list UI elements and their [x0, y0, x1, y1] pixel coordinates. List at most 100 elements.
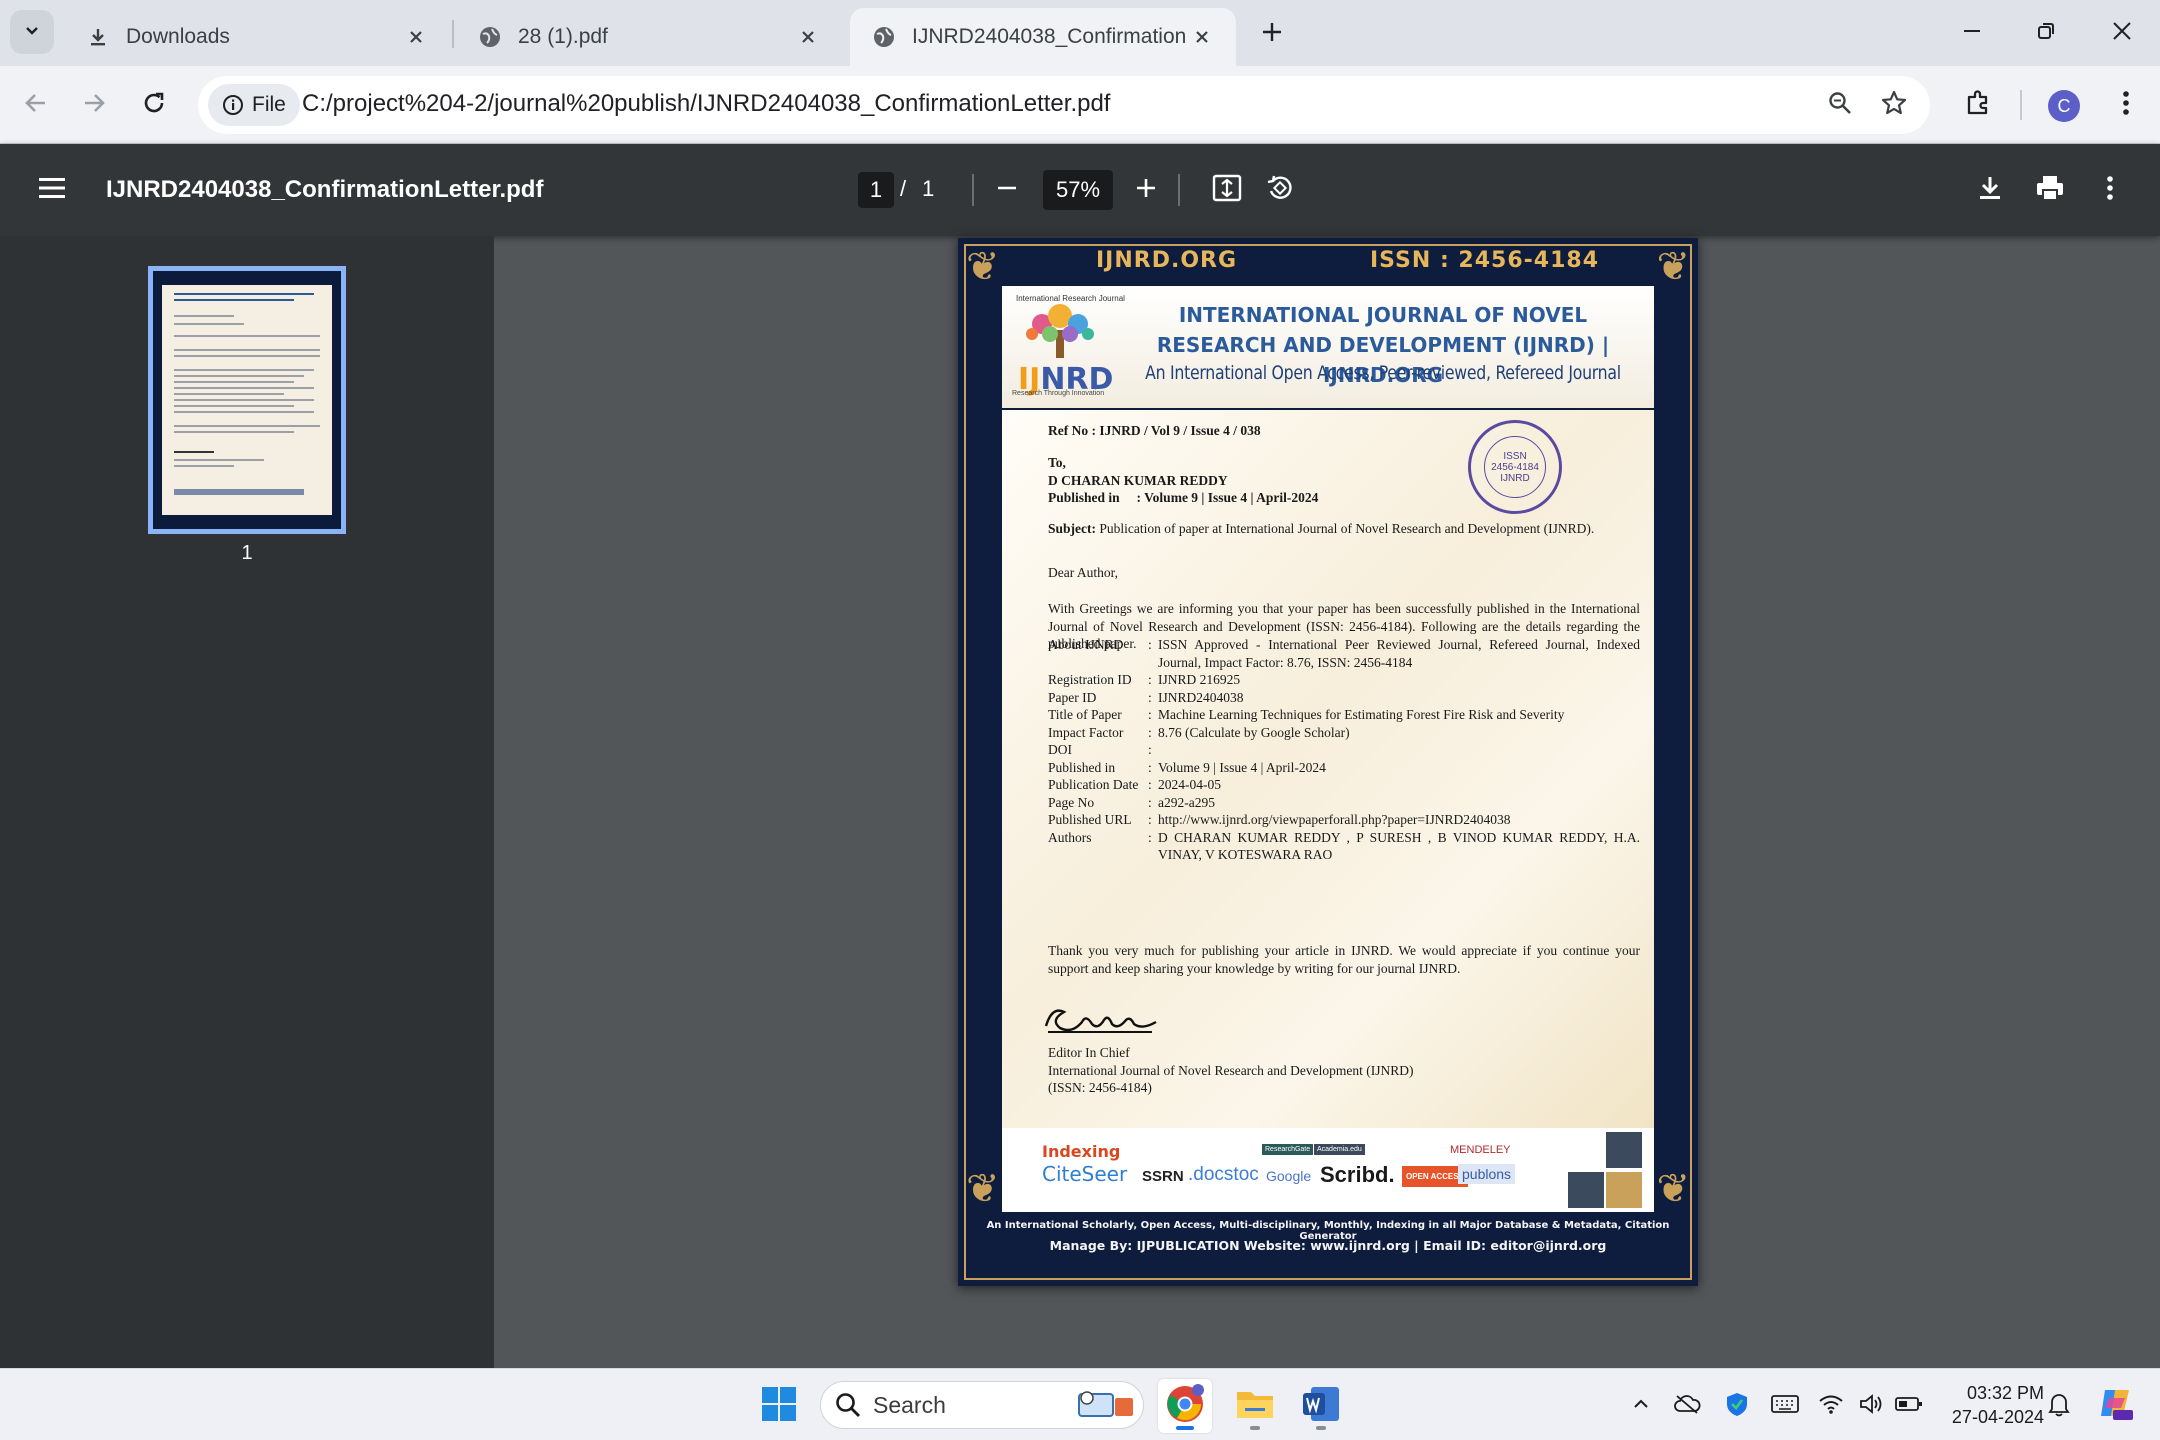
- download-button[interactable]: [1966, 166, 2014, 214]
- address-bar[interactable]: File C:/project%204-2/journal%20publish/…: [198, 76, 1930, 134]
- site-info-chip[interactable]: File: [208, 84, 300, 126]
- page-thumbnail[interactable]: [148, 266, 346, 534]
- index-logo-citeseer: CiteSeer: [1042, 1162, 1128, 1186]
- chrome-menu-button[interactable]: [2102, 81, 2150, 129]
- chip-label: File: [252, 93, 286, 116]
- seal-line: 2456-4184: [1491, 461, 1539, 473]
- zoom-level-input[interactable]: 57%: [1043, 170, 1113, 210]
- kebab-menu-icon: [2122, 89, 2130, 122]
- page-number-input[interactable]: 1: [858, 172, 894, 208]
- taskbar-word[interactable]: [1294, 1379, 1348, 1433]
- thumbnail-sidebar: 1: [0, 236, 494, 1368]
- chevron-down-icon: [23, 21, 41, 44]
- tab-downloads[interactable]: Downloads: [64, 8, 450, 66]
- detail-value: Machine Learning Techniques for Estimati…: [1158, 707, 1565, 722]
- taskbar-file-explorer[interactable]: [1228, 1379, 1282, 1433]
- close-icon[interactable]: [794, 23, 822, 51]
- journal-header: International Research Journal IJNRD Res…: [1002, 286, 1654, 408]
- detail-row: Page No: a292-a295: [1048, 794, 1640, 812]
- detail-value: ISSN Approved - International Peer Revie…: [1158, 637, 1640, 670]
- detail-row: About IJNRD: ISSN Approved - Internationa…: [1048, 637, 1640, 670]
- reload-button[interactable]: [130, 81, 178, 129]
- detail-value: Volume 9 | Issue 4 | April-2024: [1158, 759, 1326, 775]
- notifications-button[interactable]: [2044, 1391, 2074, 1421]
- tray-battery[interactable]: [1894, 1391, 1924, 1421]
- pdf-title: IJNRD2404038_ConfirmationLetter.pdf: [106, 176, 544, 203]
- detail-key: Page No: [1048, 794, 1095, 810]
- star-icon: [1880, 89, 1908, 122]
- taskbar-chrome[interactable]: [1158, 1379, 1212, 1433]
- search-icon: [835, 1392, 861, 1418]
- pdf-page: ❦ ❦ ❦ ❦ IJNRD.ORG ISSN : 2456-4184 Inter…: [958, 238, 1698, 1286]
- detail-value: 2024-04-05: [1158, 777, 1221, 792]
- keyboard-icon: [1771, 1394, 1799, 1419]
- zoom-in-button[interactable]: [1122, 166, 1170, 214]
- tab-28-pdf[interactable]: 28 (1).pdf: [456, 8, 842, 66]
- detail-key: Title of Paper: [1048, 707, 1122, 722]
- seal-inner: ISSN 2456-4184 IJNRD: [1484, 436, 1546, 498]
- index-logo-scribd: Scribd.: [1320, 1162, 1395, 1187]
- more-actions-button[interactable]: [2086, 166, 2134, 214]
- close-window-button[interactable]: [2092, 8, 2152, 58]
- copilot-button[interactable]: [2096, 1385, 2136, 1425]
- rotate-button[interactable]: [1256, 166, 1304, 214]
- ornament-icon: ❦: [1656, 1167, 1690, 1211]
- folder-icon: [1235, 1386, 1275, 1427]
- indexing-strip: Indexing CiteSeer SSRN .docstoc Google S…: [1002, 1128, 1654, 1212]
- print-button[interactable]: [2026, 166, 2074, 214]
- browser-toolbar: File C:/project%204-2/journal%20publish/…: [0, 66, 2160, 144]
- tray-keyboard[interactable]: [1770, 1391, 1800, 1421]
- detail-row: Publication Date:2024-04-05: [1048, 776, 1640, 794]
- printer-icon: [2035, 174, 2065, 207]
- tray-overflow-button[interactable]: [1626, 1391, 1656, 1421]
- running-indicator: [1316, 1426, 1326, 1430]
- bookmark-button[interactable]: [1874, 85, 1914, 125]
- close-icon[interactable]: [402, 23, 430, 51]
- taskbar-clock[interactable]: 03:32 PM 27-04-2024: [1934, 1381, 2044, 1429]
- close-icon[interactable]: [1188, 23, 1216, 51]
- tab-search-button[interactable]: [10, 10, 54, 54]
- zoom-out-button[interactable]: [983, 166, 1031, 214]
- cloud-offline-icon: [1673, 1393, 1701, 1420]
- index-logo-publons: publons: [1458, 1164, 1516, 1184]
- tray-onedrive[interactable]: [1672, 1391, 1702, 1421]
- taskbar-search[interactable]: Search: [820, 1381, 1144, 1429]
- detail-key: About IJNRD: [1048, 637, 1124, 652]
- globe-icon: [476, 23, 504, 51]
- detail-row: Authors: D CHARAN KUMAR REDDY , P SURESH …: [1048, 829, 1640, 863]
- download-icon: [84, 23, 112, 51]
- detail-key: Registration ID: [1048, 672, 1132, 687]
- forward-button[interactable]: [70, 81, 118, 129]
- subject-line: Subject: Publication of paper at Interna…: [1048, 520, 1638, 538]
- start-button[interactable]: [752, 1379, 806, 1433]
- profile-avatar[interactable]: C: [2048, 90, 2080, 122]
- detail-key: Published URL: [1048, 812, 1132, 827]
- windows-taskbar: Search 03:32 PM 27-04-2024: [0, 1368, 2160, 1440]
- url-text[interactable]: C:/project%204-2/journal%20publish/IJNRD…: [302, 90, 1110, 118]
- minus-icon: [995, 176, 1019, 205]
- ornament-icon: ❦: [1656, 245, 1690, 289]
- new-tab-button[interactable]: [1252, 14, 1292, 54]
- minimize-button[interactable]: [1942, 8, 2002, 58]
- chrome-icon: [1165, 1383, 1205, 1429]
- tab-confirmation-letter[interactable]: IJNRD2404038_ConfirmationLet: [850, 8, 1236, 66]
- zoom-button[interactable]: [1820, 85, 1860, 125]
- shield-icon: [1725, 1391, 1749, 1422]
- index-logo-mendeley: MENDELEY: [1450, 1144, 1511, 1156]
- tray-wifi[interactable]: [1816, 1391, 1846, 1421]
- restore-button[interactable]: [2016, 8, 2076, 58]
- toolbar-divider: [1178, 174, 1180, 206]
- sidebar-toggle-button[interactable]: [28, 166, 76, 214]
- detail-row: Published URL: http://www.ijnrd.org/viewp…: [1048, 811, 1640, 829]
- reload-icon: [141, 90, 167, 121]
- tab-title: Downloads: [126, 25, 230, 48]
- tray-security[interactable]: [1722, 1391, 1752, 1421]
- tray-volume[interactable]: [1856, 1391, 1886, 1421]
- windows-logo-icon: [761, 1386, 797, 1427]
- detail-row: DOI:: [1048, 741, 1640, 759]
- back-button[interactable]: [12, 81, 60, 129]
- fit-page-button[interactable]: [1203, 166, 1251, 214]
- detail-key: Publication Date: [1048, 777, 1139, 792]
- toolbar-divider: [972, 174, 974, 206]
- extensions-button[interactable]: [1954, 81, 2002, 129]
